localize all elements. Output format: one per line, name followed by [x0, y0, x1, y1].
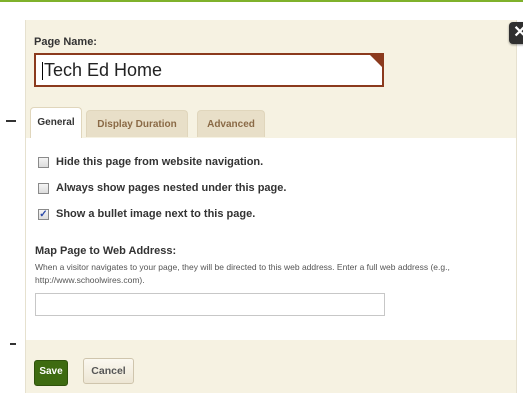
text-caret [42, 62, 43, 81]
checkbox-icon[interactable] [38, 183, 49, 194]
checkbox-icon[interactable] [38, 157, 49, 168]
checkbox-icon[interactable]: ✓ [38, 209, 49, 220]
dialog-header: Page Name: Tech Ed Home General Display … [26, 20, 516, 138]
tab-advanced[interactable]: Advanced [197, 110, 265, 137]
page-name-label: Page Name: [34, 36, 97, 48]
page-name-value: Tech Ed Home [44, 60, 163, 80]
cancel-button[interactable]: Cancel [83, 358, 134, 384]
accent-line [0, 0, 523, 2]
checkmark-icon: ✓ [39, 209, 48, 220]
map-address-label: Map Page to Web Address: [35, 245, 177, 257]
option-label: Always show pages nested under this page… [56, 182, 287, 194]
option-label: Hide this page from website navigation. [56, 156, 264, 168]
map-address-description: When a visitor navigates to your page, t… [35, 262, 450, 285]
web-address-input[interactable] [35, 293, 385, 316]
dialog-footer: Save Cancel [26, 340, 516, 393]
option-label: Show a bullet image next to this page. [56, 208, 256, 220]
background-fragment [6, 120, 16, 122]
save-button[interactable]: Save [34, 360, 68, 386]
page-name-input[interactable]: Tech Ed Home [34, 53, 384, 87]
close-button[interactable]: ✕ [509, 22, 523, 44]
tab-general[interactable]: General [30, 107, 82, 138]
close-icon: ✕ [513, 24, 523, 41]
required-corner-marker [369, 54, 383, 68]
background-fragment [10, 343, 16, 345]
tab-display-duration[interactable]: Display Duration [86, 110, 188, 137]
page-properties-dialog: Page Name: Tech Ed Home General Display … [25, 20, 523, 393]
